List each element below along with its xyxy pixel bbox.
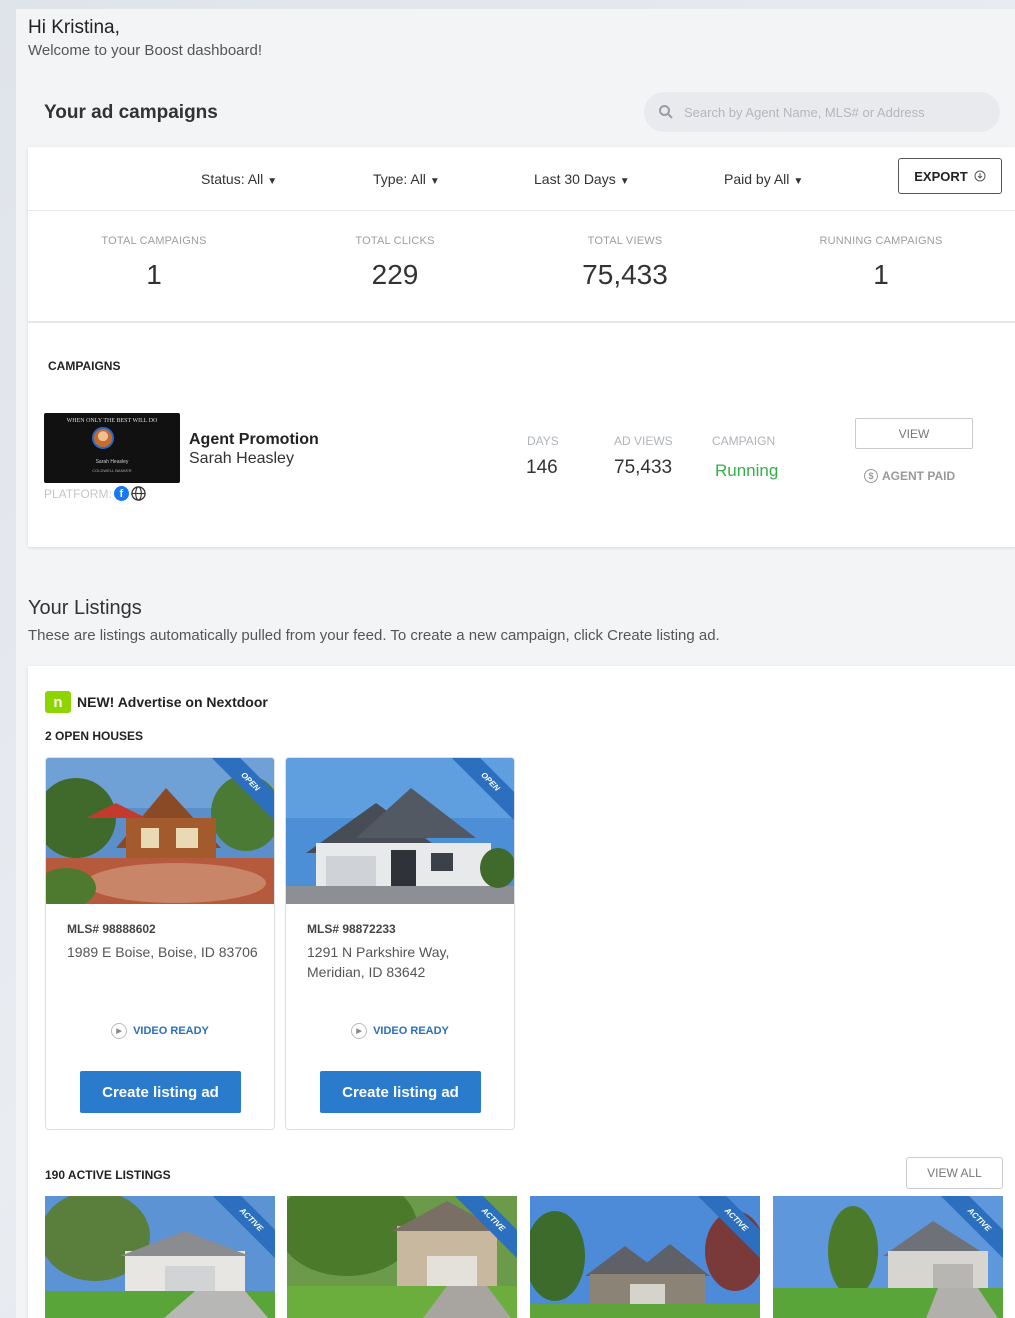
play-icon: ▶ (111, 1023, 128, 1039)
caret-down-icon: ▼ (429, 176, 440, 187)
campaign-agent: Sarah Heasley (189, 450, 294, 467)
listings-card: n NEW! Advertise on Nextdoor 2 OPEN HOUS… (28, 666, 1015, 1318)
nextdoor-label: NEW! Advertise on Nextdoor (77, 694, 268, 710)
listing-mls: MLS# 98872233 (307, 922, 396, 936)
period-filter[interactable]: Last 30 Days ▼ (534, 171, 630, 187)
coin-icon: $ (864, 469, 878, 483)
nextdoor-banner[interactable]: n NEW! Advertise on Nextdoor (45, 691, 268, 713)
caret-down-icon: ▼ (619, 176, 630, 187)
play-icon: ▶ (351, 1023, 368, 1039)
days-label: DAYS (527, 434, 559, 448)
search-input[interactable] (684, 104, 974, 120)
stat-total-campaigns: TOTAL CAMPAIGNS 1 (44, 235, 264, 291)
listings-subtitle: These are listings automatically pulled … (28, 627, 720, 644)
agent-paid-label: AGENT PAID (882, 469, 956, 483)
campaign-status-label: CAMPAIGN (712, 434, 776, 448)
days-value: 146 (526, 457, 558, 478)
campaign-status: Running (715, 461, 779, 480)
stat-running-campaigns: RUNNING CAMPAIGNS 1 (771, 235, 991, 291)
stat-label: TOTAL CAMPAIGNS (101, 235, 207, 247)
video-ready-badge[interactable]: ▶ VIDEO READY (286, 1023, 514, 1039)
avatar (92, 427, 114, 449)
listing-photo[interactable]: OPEN (286, 758, 514, 904)
caret-down-icon: ▼ (267, 176, 278, 187)
stat-label: TOTAL VIEWS (587, 235, 663, 247)
campaign-title: Agent Promotion (189, 431, 319, 448)
stats-row: TOTAL CAMPAIGNS 1 TOTAL CLICKS 229 TOTAL… (28, 211, 1015, 323)
platform-label: PLATFORM: (44, 486, 112, 501)
active-listing-card[interactable]: ACTIVE (773, 1196, 1003, 1318)
agent-paid-badge: $ AGENT PAID (864, 469, 955, 483)
platform-row: PLATFORM: f (44, 486, 146, 501)
create-listing-ad-button[interactable]: Create listing ad (80, 1071, 241, 1113)
listing-address: 1989 E Boise, Boise, ID 83706 (67, 944, 258, 960)
campaigns-card: Status: All ▼ Type: All ▼ Last 30 Days ▼ Pa… (28, 147, 1015, 547)
caret-down-icon: ▼ (793, 176, 804, 187)
thumb-brand: COLDWELL BANKER (92, 468, 132, 473)
search-icon (659, 105, 673, 119)
period-filter-label: Last 30 Days (534, 171, 616, 187)
thumb-tagline: WHEN ONLY THE BEST WILL DO (66, 418, 158, 424)
campaigns-title: Your ad campaigns (44, 102, 218, 123)
active-listings-label: 190 ACTIVE LISTINGS (45, 1168, 171, 1182)
listing-card: OPEN MLS# 98872233 1291 N Parkshire Way,… (285, 757, 515, 1130)
dashboard-page: Hi Kristina, Welcome to your Boost dashb… (16, 9, 1015, 1318)
export-icon (974, 170, 986, 182)
export-label: EXPORT (914, 168, 968, 184)
stat-total-clicks: TOTAL CLICKS 229 (285, 235, 505, 291)
create-listing-ad-button[interactable]: Create listing ad (320, 1071, 481, 1113)
video-ready-label: VIDEO READY (133, 1025, 209, 1037)
active-listing-card[interactable]: ACTIVE (530, 1196, 760, 1318)
nextdoor-icon: n (45, 691, 71, 713)
ad-views-value: 75,433 (614, 457, 673, 478)
stat-value: 75,433 (582, 259, 668, 290)
open-houses-label: 2 OPEN HOUSES (45, 729, 144, 743)
paid-by-filter[interactable]: Paid by All ▼ (724, 171, 803, 187)
video-ready-label: VIDEO READY (373, 1025, 449, 1037)
status-filter[interactable]: Status: All ▼ (201, 171, 277, 187)
thumb-name: Sarah Heasley (95, 459, 129, 465)
listing-card: OPEN MLS# 98888602 1989 E Boise, Boise, … (45, 757, 275, 1130)
facebook-icon: f (113, 486, 129, 501)
status-filter-label: Status: All (201, 171, 264, 187)
stat-value: 1 (873, 259, 889, 290)
listing-address: 1291 N Parkshire Way, Meridian, ID 83642 (307, 944, 450, 980)
filter-bar: Status: All ▼ Type: All ▼ Last 30 Days ▼ Pa… (28, 147, 1015, 211)
search-box[interactable] (644, 92, 1000, 132)
listing-photo[interactable]: OPEN (46, 758, 274, 904)
stat-label: TOTAL CLICKS (355, 235, 435, 247)
welcome-text: Welcome to your Boost dashboard! (28, 42, 263, 59)
listing-mls: MLS# 98888602 (67, 922, 156, 936)
stat-value: 1 (146, 259, 162, 290)
ad-views-label: AD VIEWS (614, 434, 673, 448)
type-filter-label: Type: All (373, 171, 426, 187)
stat-value: 229 (371, 259, 419, 290)
video-ready-badge[interactable]: ▶ VIDEO READY (46, 1023, 274, 1039)
listings-title: Your Listings (28, 597, 142, 619)
export-button[interactable]: EXPORT (898, 158, 1002, 194)
stat-label: RUNNING CAMPAIGNS (819, 235, 943, 247)
campaign-thumbnail[interactable]: WHEN ONLY THE BEST WILL DO Sarah Heasley… (44, 413, 180, 483)
greeting: Hi Kristina, (28, 17, 120, 38)
stat-total-views: TOTAL VIEWS 75,433 (515, 235, 735, 291)
view-campaign-button[interactable]: VIEW (855, 418, 973, 449)
active-listing-card[interactable]: ACTIVE (287, 1196, 517, 1318)
view-all-button[interactable]: VIEW ALL (906, 1157, 1003, 1189)
paid-by-filter-label: Paid by All (724, 171, 790, 187)
campaigns-label: CAMPAIGNS (48, 359, 121, 373)
type-filter[interactable]: Type: All ▼ (373, 171, 440, 187)
globe-icon (131, 486, 146, 501)
active-listing-card[interactable]: ACTIVE (45, 1196, 275, 1318)
